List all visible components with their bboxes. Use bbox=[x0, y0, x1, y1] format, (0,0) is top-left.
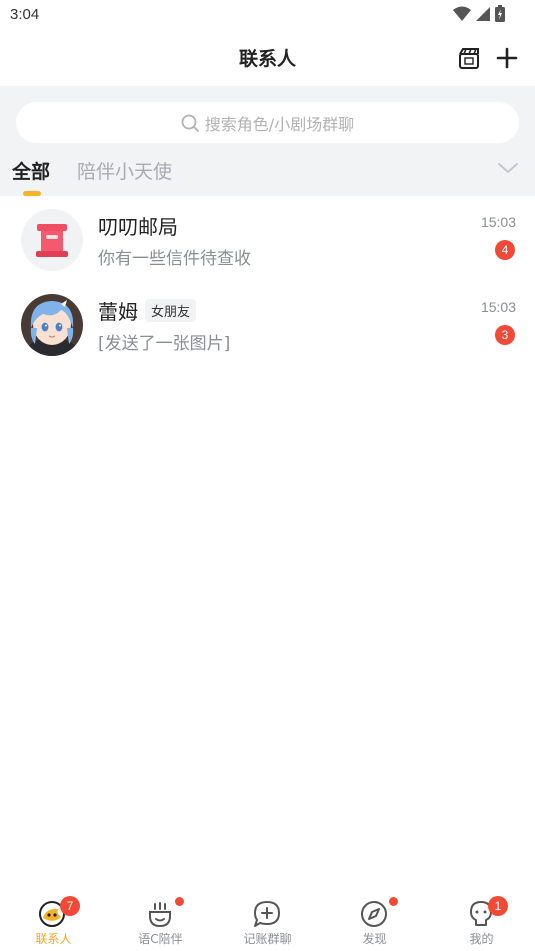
message-preview: [发送了一张图片] bbox=[98, 334, 231, 354]
chevron-down-icon bbox=[498, 163, 518, 173]
contact-name: 蕾姆 bbox=[98, 300, 138, 324]
signal-icon bbox=[476, 6, 490, 21]
nav-badge: 7 bbox=[60, 896, 80, 916]
nav-label: 联系人 bbox=[35, 932, 72, 946]
nav-companion[interactable]: 语C陪伴 bbox=[107, 887, 214, 951]
plus-icon bbox=[496, 47, 518, 69]
nav-label: 发现 bbox=[362, 932, 387, 946]
nav-label: 我的 bbox=[469, 932, 494, 946]
nav-badge: 1 bbox=[488, 896, 508, 916]
tab-companion-angel[interactable]: 陪伴小天使 bbox=[77, 157, 172, 184]
add-button[interactable] bbox=[493, 44, 521, 72]
nav-notification-dot bbox=[175, 897, 184, 906]
theater-button[interactable] bbox=[455, 44, 483, 72]
mailbox-icon bbox=[36, 224, 68, 257]
search-placeholder: 搜索角色/小剧场群聊 bbox=[204, 114, 355, 134]
nav-notification-dot bbox=[389, 897, 398, 906]
contact-row[interactable]: 叨叨邮局 你有一些信件待查收 15:03 4 bbox=[0, 196, 535, 281]
add-chat-icon bbox=[254, 901, 280, 927]
avatar bbox=[21, 294, 83, 356]
nav-label: 记账群聊 bbox=[243, 932, 292, 946]
nav-discover[interactable]: 发现 bbox=[321, 887, 428, 951]
status-time: 3:04 bbox=[10, 6, 40, 23]
message-time: 15:03 bbox=[480, 214, 516, 230]
clapperboard-icon bbox=[459, 48, 479, 69]
bottom-nav: 7 联系人 语C陪伴 记账群聊 发现 1 我的 bbox=[0, 887, 535, 951]
search-icon bbox=[181, 114, 199, 132]
nav-label: 语C陪伴 bbox=[138, 932, 183, 946]
message-time: 15:03 bbox=[480, 299, 516, 315]
status-icons bbox=[453, 5, 505, 22]
nav-contacts[interactable]: 7 联系人 bbox=[0, 887, 107, 951]
nav-profile[interactable]: 1 我的 bbox=[428, 887, 535, 951]
companion-icon bbox=[149, 902, 171, 928]
message-preview: 你有一些信件待查收 bbox=[98, 249, 251, 269]
character-avatar bbox=[21, 294, 83, 356]
compass-icon bbox=[361, 901, 387, 927]
expand-tabs-button[interactable] bbox=[497, 160, 519, 176]
search-and-tabs: 搜索角色/小剧场群聊 全部 陪伴小天使 bbox=[0, 86, 535, 196]
nav-group-chat[interactable]: 记账群聊 bbox=[214, 887, 321, 951]
status-bar: 3:04 bbox=[0, 0, 535, 30]
tab-all[interactable]: 全部 bbox=[12, 157, 50, 184]
search-bar[interactable]: 搜索角色/小剧场群聊 bbox=[16, 102, 519, 143]
contact-list: 叨叨邮局 你有一些信件待查收 15:03 4 蕾姆 女朋友 [发送了一张图片] … bbox=[0, 196, 535, 366]
relationship-tag: 女朋友 bbox=[145, 299, 197, 322]
unread-badge: 3 bbox=[495, 325, 515, 345]
wifi-icon bbox=[453, 6, 471, 21]
avatar bbox=[21, 209, 83, 271]
battery-icon bbox=[495, 5, 505, 22]
contact-name-line: 叨叨邮局 bbox=[98, 211, 178, 240]
contact-row[interactable]: 蕾姆 女朋友 [发送了一张图片] 15:03 3 bbox=[0, 281, 535, 366]
contact-name-line: 蕾姆 女朋友 bbox=[98, 296, 197, 325]
contact-name: 叨叨邮局 bbox=[98, 215, 178, 239]
unread-badge: 4 bbox=[495, 240, 515, 260]
app-header: 联系人 bbox=[0, 30, 535, 86]
